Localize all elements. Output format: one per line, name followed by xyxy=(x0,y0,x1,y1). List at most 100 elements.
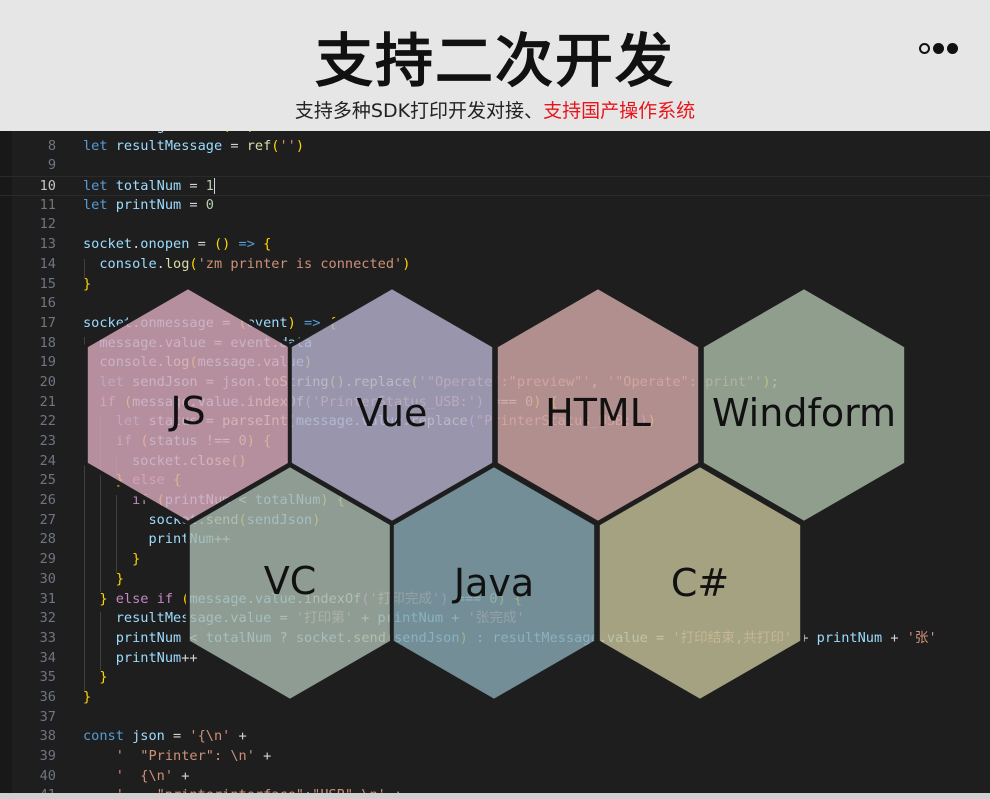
code-line[interactable]: 26 if (printNum < totalNum) { xyxy=(0,491,990,511)
line-number: 22 xyxy=(39,413,56,430)
code-line[interactable]: 17 socket.onmessage = (event) => { xyxy=(0,314,990,334)
code-line[interactable]: 21 if (message.value.indexOf('PrinterSta… xyxy=(0,393,990,413)
code-line[interactable]: 34 printNum++ xyxy=(0,649,990,669)
line-code: const json = '{\n' + xyxy=(83,728,247,745)
line-number: 40 xyxy=(39,767,56,784)
page-subtitle: 支持多种SDK打印开发对接、支持国产操作系统 xyxy=(0,96,990,123)
code-line[interactable]: 24 socket.close() xyxy=(0,452,990,472)
line-code: } else { xyxy=(115,472,182,489)
code-line[interactable]: 16 xyxy=(0,294,990,314)
subtitle-main: 支持多种SDK打印开发对接、 xyxy=(294,100,544,122)
bottom-strip xyxy=(0,793,990,799)
line-code: socket.onmessage = (event) => { xyxy=(83,314,337,331)
page-header: 支持二次开发 支持多种SDK打印开发对接、支持国产操作系统 xyxy=(0,0,990,131)
text-cursor xyxy=(213,178,215,195)
line-number: 24 xyxy=(39,452,56,469)
code-line[interactable]: 38 const json = '{\n' + xyxy=(0,727,990,747)
line-number: 10 xyxy=(39,178,56,195)
line-number: 16 xyxy=(39,295,56,312)
line-code: } xyxy=(99,669,108,686)
code-line[interactable]: 33 printNum < totalNum ? socket.send(sen… xyxy=(0,629,990,649)
line-code: printNum < totalNum ? socket.send(sendJs… xyxy=(115,629,937,646)
line-number: 9 xyxy=(47,157,56,174)
line-number: 20 xyxy=(39,373,56,390)
line-number: 27 xyxy=(39,511,56,528)
code-line[interactable]: 8 let resultMessage = ref('') xyxy=(0,137,990,157)
code-line[interactable]: 19 console.log(message.value) xyxy=(0,353,990,373)
line-code: } xyxy=(115,570,124,587)
code-line[interactable]: 29 } xyxy=(0,550,990,570)
line-code: printNum++ xyxy=(148,531,231,548)
subtitle-accent: 支持国产操作系统 xyxy=(543,100,696,122)
code-line[interactable]: 22 let status = parseInt(message.value.r… xyxy=(0,412,990,432)
dot-solid xyxy=(947,43,958,54)
page-title: 支持二次开发 xyxy=(314,27,675,95)
code-line[interactable]: 27 socket.send(sendJson) xyxy=(0,511,990,531)
code-line[interactable]: 11 let printNum = 0 xyxy=(0,196,990,216)
dot-solid xyxy=(933,43,944,54)
line-number: 31 xyxy=(39,590,56,607)
line-number: 35 xyxy=(39,669,56,686)
line-number: 15 xyxy=(39,275,56,292)
line-number: 38 xyxy=(39,728,56,745)
code-line[interactable]: 13 socket.onopen = () => { xyxy=(0,235,990,255)
line-number: 32 xyxy=(39,610,56,627)
more-dots-icon xyxy=(919,43,958,54)
code-line[interactable]: 28 printNum++ xyxy=(0,530,990,550)
line-number: 18 xyxy=(39,334,56,351)
code-line[interactable]: 12 xyxy=(0,215,990,235)
code-line[interactable]: 39 ' "Printer": \n' + xyxy=(0,747,990,767)
line-number: 13 xyxy=(39,236,56,253)
line-number: 37 xyxy=(39,708,56,725)
code-line[interactable]: 35 } xyxy=(0,668,990,688)
line-code: let resultMessage = ref('') xyxy=(83,137,305,154)
line-code: socket.close() xyxy=(132,452,247,469)
code-line[interactable]: 10 let totalNum = 1 xyxy=(0,176,990,196)
line-code: let sendJson = json.toString().replace('… xyxy=(99,373,779,390)
line-number: 26 xyxy=(39,492,56,509)
line-number: 21 xyxy=(39,393,56,410)
indent-guide xyxy=(100,416,101,592)
line-code: message.value = event.data xyxy=(99,334,313,351)
code-line[interactable]: 31 } else if (message.value.indexOf('打印完… xyxy=(0,590,990,610)
indent-guide xyxy=(84,259,85,279)
code-line[interactable]: 36} xyxy=(0,688,990,708)
code-line[interactable]: 37 xyxy=(0,708,990,728)
line-number: 33 xyxy=(39,629,56,646)
code-line[interactable]: 25 } else { xyxy=(0,471,990,491)
code-line[interactable]: 15} xyxy=(0,275,990,295)
indent-guide xyxy=(100,612,101,670)
code-line[interactable]: 30 } xyxy=(0,570,990,590)
dot-hollow xyxy=(919,43,930,54)
line-number: 29 xyxy=(39,551,56,568)
line-number: 11 xyxy=(39,196,56,213)
code-editor[interactable]: 7let message = ref('')8let resultMessage… xyxy=(0,131,990,799)
line-number: 25 xyxy=(39,472,56,489)
line-code: if (message.value.indexOf('PrinterStatus… xyxy=(99,393,558,410)
code-lines[interactable]: 7let message = ref('')8let resultMessage… xyxy=(0,131,990,799)
line-code: ' "Printer": \n' + xyxy=(115,748,272,764)
line-code: socket.onopen = () => { xyxy=(83,236,272,253)
indent-guide xyxy=(84,337,85,691)
line-code: if (printNum < totalNum) { xyxy=(132,492,345,509)
line-number: 19 xyxy=(39,354,56,371)
code-line[interactable]: 32 resultMessage.value = '打印第' + printNu… xyxy=(0,609,990,629)
code-line[interactable]: 40 ' {\n' + xyxy=(0,767,990,787)
indent-guide xyxy=(116,455,117,475)
code-line[interactable]: 20 let sendJson = json.toString().replac… xyxy=(0,373,990,393)
code-line[interactable]: 23 if (status !== 0) { xyxy=(0,432,990,452)
line-code: socket.send(sendJson) xyxy=(148,511,321,528)
line-code: console.log('zm printer is connected') xyxy=(99,255,411,272)
line-number: 34 xyxy=(39,649,56,666)
line-code: if (status !== 0) { xyxy=(115,433,272,449)
code-line[interactable]: 18 message.value = event.data xyxy=(0,334,990,354)
line-number: 30 xyxy=(39,570,56,587)
line-code: console.log(message.value) xyxy=(99,354,313,371)
line-number: 28 xyxy=(39,531,56,548)
line-code: } else if (message.value.indexOf('打印完成')… xyxy=(99,590,523,607)
code-line[interactable]: 14 console.log('zm printer is connected'… xyxy=(0,255,990,275)
line-code: let totalNum = 1 xyxy=(83,178,215,195)
code-line[interactable]: 9 xyxy=(0,156,990,176)
line-number: 39 xyxy=(39,748,56,764)
line-number: 12 xyxy=(39,216,56,233)
